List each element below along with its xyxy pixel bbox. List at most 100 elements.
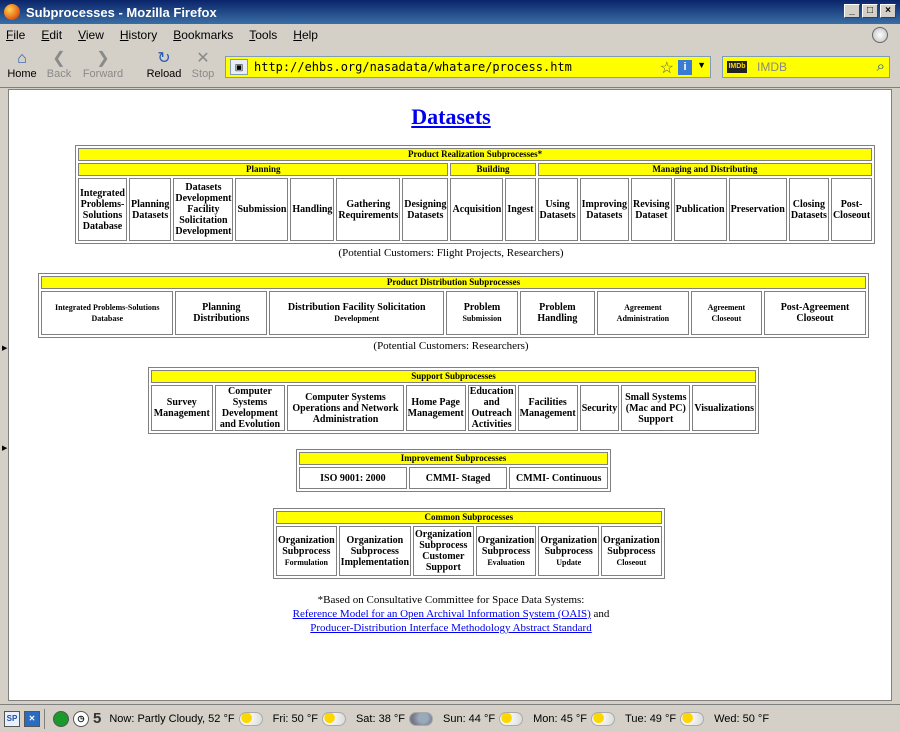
navigation-toolbar: ⌂ Home ❮ Back ❯ Forward ↻ Reload ✕ Stop … xyxy=(0,46,900,88)
url-bar[interactable]: ▣ http://ehbs.org/nasadata/whatare/proce… xyxy=(225,56,711,78)
weather-tue[interactable]: Tue: 49 °F xyxy=(625,711,705,726)
reload-button[interactable]: ↻ Reload xyxy=(144,50,184,80)
support-cell: Computer Systems Operations and Network … xyxy=(287,385,404,431)
partly-cloudy-icon xyxy=(680,711,705,726)
search-icon[interactable]: ⌕ xyxy=(877,58,885,75)
forward-arrow-icon: ❯ xyxy=(96,50,110,67)
distribution-cell: Post-Agreement Closeout xyxy=(764,291,866,335)
menu-help[interactable]: Help xyxy=(293,28,318,42)
realization-cell: Post-Closeout xyxy=(830,178,873,241)
menu-view[interactable]: View xyxy=(78,28,104,42)
distribution-caption: (Potential Customers: Researchers) xyxy=(373,340,529,352)
footer-note-text: *Based on Consultative Committee for Spa… xyxy=(317,594,585,606)
home-button[interactable]: ⌂ Home xyxy=(2,50,42,80)
green-status-icon[interactable] xyxy=(53,710,69,727)
sp-icon[interactable]: SP xyxy=(4,710,20,727)
support-table: Support Subprocesses Survey Management C… xyxy=(148,367,759,434)
weather-now[interactable]: Now: Partly Cloudy, 52 °F xyxy=(109,711,263,726)
weather-mon[interactable]: Mon: 45 °F xyxy=(533,711,616,726)
bookmark-star-icon[interactable]: ☆ xyxy=(660,58,674,78)
realization-cell: Gathering Requirements xyxy=(336,178,401,241)
reload-icon: ↻ xyxy=(157,50,171,67)
group-managing: Managing and Distributing xyxy=(537,163,873,176)
site-identity-icon[interactable]: ▣ xyxy=(230,59,248,75)
support-header: Support Subprocesses xyxy=(151,370,756,383)
home-icon: ⌂ xyxy=(17,50,27,67)
window-controls: _ □ × xyxy=(844,4,896,18)
extension-icon[interactable]: ✕ xyxy=(24,710,40,727)
menu-file[interactable]: File xyxy=(6,28,25,42)
stop-button[interactable]: ✕ Stop xyxy=(183,50,223,80)
weather-wed[interactable]: Wed: 50 °F xyxy=(714,713,769,725)
menu-bookmarks[interactable]: Bookmarks xyxy=(173,28,233,42)
improvement-table: Improvement Subprocesses ISO 9001: 2000 … xyxy=(296,449,611,492)
minimize-button[interactable]: _ xyxy=(844,4,860,18)
support-cell: Home Page Management xyxy=(405,385,466,431)
clock-icon[interactable]: ◷ xyxy=(73,710,89,727)
distribution-cell: Problem Handling xyxy=(519,291,596,335)
menu-history[interactable]: History xyxy=(120,28,157,42)
group-planning: Planning xyxy=(78,163,449,176)
stop-icon: ✕ xyxy=(196,50,210,67)
stop-label: Stop xyxy=(191,68,215,80)
weather-sat[interactable]: Sat: 38 °F xyxy=(356,711,433,726)
realization-cell: Ingest xyxy=(505,178,536,241)
back-arrow-icon: ❮ xyxy=(52,50,66,67)
footer-and: and xyxy=(593,608,610,620)
realization-cell: Revising Dataset xyxy=(631,178,672,241)
edge-arrow-icon: ▶ xyxy=(2,345,8,352)
maximize-button[interactable]: □ xyxy=(862,4,878,18)
realization-cell: Designing Datasets xyxy=(402,178,449,241)
partly-cloudy-icon xyxy=(499,711,524,726)
distribution-cell: Planning Distributions xyxy=(175,291,268,335)
distribution-header: Product Distribution Subprocesses xyxy=(41,276,866,289)
oais-link[interactable]: Reference Model for an Open Archival Inf… xyxy=(293,608,591,620)
realization-caption: (Potential Customers: Flight Projects, R… xyxy=(338,247,564,259)
imdb-engine-icon[interactable]: IMDb xyxy=(727,61,747,73)
back-label: Back xyxy=(46,68,72,80)
rain-icon xyxy=(409,711,433,726)
footer-note: *Based on Consultative Committee for Spa… xyxy=(9,593,891,635)
page-title[interactable]: Datasets xyxy=(9,104,891,130)
menu-tools[interactable]: Tools xyxy=(249,28,277,42)
distribution-cell: Problem Submission xyxy=(446,291,518,335)
common-cell: Organization Subprocess Closeout xyxy=(601,526,662,576)
improvement-cell: ISO 9001: 2000 xyxy=(299,467,407,489)
distribution-table: Product Distribution Subprocesses Integr… xyxy=(38,273,869,338)
distribution-cell: Agreement Administration xyxy=(597,291,689,335)
reload-label: Reload xyxy=(146,68,182,80)
common-cell: Organization Subprocess Customer Support xyxy=(413,526,474,576)
partly-cloudy-icon xyxy=(321,711,346,726)
realization-table: Product Realization Subprocesses* Planni… xyxy=(75,145,876,244)
url-dropdown-icon[interactable]: ▼ xyxy=(697,60,706,70)
close-button[interactable]: × xyxy=(880,4,896,18)
window-title: Subprocesses - Mozilla Firefox xyxy=(26,4,217,20)
support-cell: Survey Management xyxy=(151,385,213,431)
menu-edit[interactable]: Edit xyxy=(41,28,62,42)
common-table: Common Subprocesses Organization Subproc… xyxy=(273,508,665,579)
status-bar: SP ✕ ◷ 5 Now: Partly Cloudy, 52 °F Fri: … xyxy=(0,704,900,732)
search-placeholder[interactable]: IMDB xyxy=(757,60,787,74)
forward-button[interactable]: ❯ Forward xyxy=(80,50,126,80)
realization-cell: Datasets Development Facility Solicitati… xyxy=(173,178,234,241)
weather-fri[interactable]: Fri: 50 °F xyxy=(273,711,346,726)
realization-cell: Handling xyxy=(290,178,335,241)
realization-cell: Using Datasets xyxy=(537,178,578,241)
partly-cloudy-icon xyxy=(591,711,616,726)
weather-sun[interactable]: Sun: 44 °F xyxy=(443,711,524,726)
support-cell: Visualizations xyxy=(692,385,756,431)
search-bar[interactable]: IMDb IMDB ⌕ xyxy=(722,56,890,78)
left-edge: ▶ ▶ xyxy=(0,89,8,701)
support-cell: Education and Outreach Activities xyxy=(467,385,516,431)
distribution-cell: Agreement Closeout xyxy=(690,291,763,335)
pdi-standard-link[interactable]: Producer-Distribution Interface Methodol… xyxy=(310,622,591,634)
back-button[interactable]: ❮ Back xyxy=(39,50,79,80)
common-cell: Organization Subprocess Evaluation xyxy=(475,526,537,576)
page-content: Datasets Product Realization Subprocesse… xyxy=(8,89,892,701)
support-cell: Security xyxy=(579,385,620,431)
info-icon[interactable]: i xyxy=(678,60,692,75)
url-text[interactable]: http://ehbs.org/nasadata/whatare/process… xyxy=(254,60,572,74)
firefox-icon xyxy=(4,4,20,20)
partly-cloudy-icon xyxy=(238,711,263,726)
realization-cell: Acquisition xyxy=(450,178,504,241)
